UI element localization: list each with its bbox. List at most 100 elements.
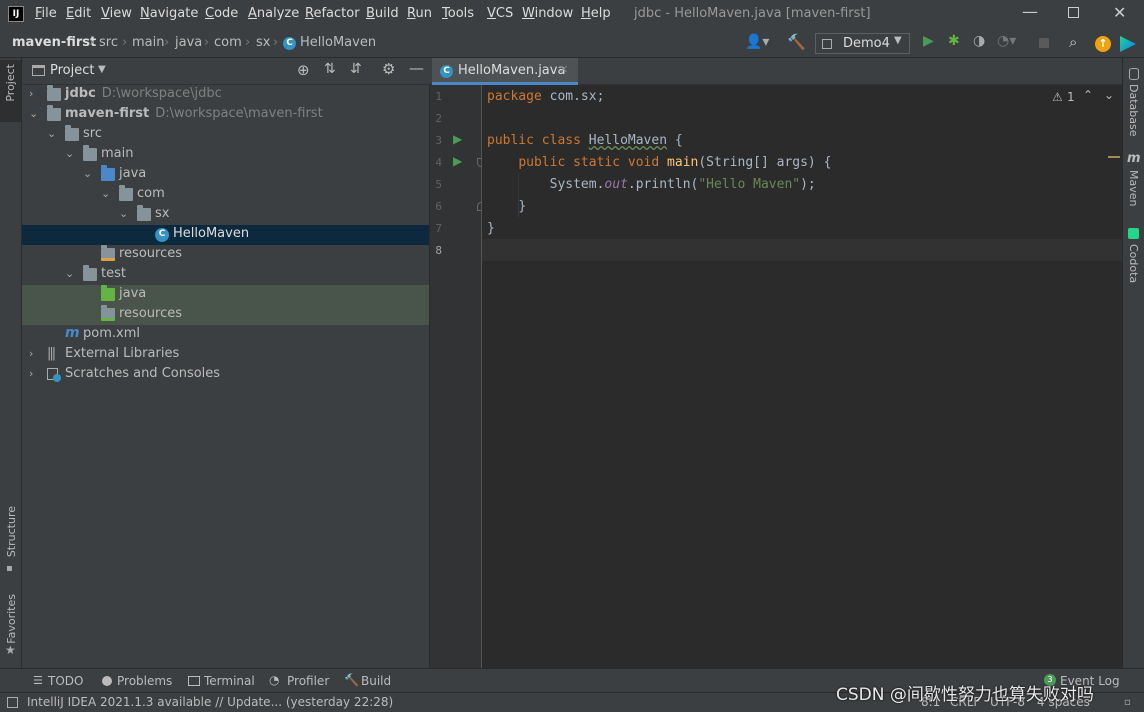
menu-refactor[interactable]: Refactor: [305, 6, 360, 21]
codota-tool-label[interactable]: Codota: [1127, 244, 1140, 283]
tree-label: resources: [119, 306, 183, 321]
expand-all-icon[interactable]: ⇅: [324, 61, 336, 77]
chevron-right-icon[interactable]: ›: [29, 367, 33, 380]
gear-icon[interactable]: ⚙: [382, 60, 395, 78]
close-tab-icon[interactable]: ✕: [559, 63, 568, 76]
error-stripe-mark[interactable]: [1108, 156, 1120, 158]
profiler-tool-button[interactable]: Profiler: [287, 674, 329, 688]
coverage-icon[interactable]: ◑: [973, 33, 985, 49]
chevron-right-icon[interactable]: ›: [29, 347, 33, 360]
run-icon[interactable]: ▶: [923, 33, 934, 49]
menu-edit[interactable]: Edit: [66, 6, 91, 21]
chevron-down-icon[interactable]: ⌄: [29, 107, 38, 120]
status-message[interactable]: IntelliJ IDEA 2021.1.3 available // Upda…: [27, 695, 393, 709]
maven-tool-label[interactable]: Maven: [1127, 170, 1140, 206]
debug-icon[interactable]: ✱: [948, 33, 960, 49]
lock-icon[interactable]: ▫: [1124, 697, 1131, 708]
menu-build[interactable]: Build: [366, 6, 399, 21]
structure-tool-label[interactable]: Structure: [5, 506, 18, 557]
chevron-down-icon[interactable]: ⌄: [83, 167, 92, 180]
project-view-title[interactable]: Project: [50, 63, 94, 78]
editor-tab-hellomaven[interactable]: C HelloMaven.java ✕: [432, 58, 578, 85]
chevron-right-icon: ›: [204, 35, 210, 50]
user-icon[interactable]: 👤▾: [745, 34, 769, 50]
tree-item-test-java[interactable]: java: [22, 285, 429, 305]
profile-icon[interactable]: ◔▾: [997, 33, 1016, 49]
maximize-icon[interactable]: [1068, 7, 1079, 18]
next-highlight-icon[interactable]: ⌄: [1104, 88, 1114, 102]
project-tool-tab[interactable]: Project: [0, 60, 21, 122]
chevron-down-icon[interactable]: ▼: [98, 64, 106, 75]
chevron-down-icon[interactable]: ⌄: [65, 147, 74, 160]
tree-item-maven-first[interactable]: ⌄ maven-first D:\workspace\maven-first: [22, 105, 429, 125]
build-tool-button[interactable]: Build: [361, 674, 391, 688]
breadcrumb-src[interactable]: src: [99, 35, 118, 50]
tree-hint: D:\workspace\jdbc: [101, 86, 222, 101]
favorites-tool-label[interactable]: Favorites: [5, 594, 18, 644]
warning-count[interactable]: 1: [1067, 90, 1075, 104]
terminal-tool-button[interactable]: Terminal: [204, 674, 255, 688]
run-gutter-icon[interactable]: ▶: [453, 132, 462, 146]
todo-tool-button[interactable]: TODO: [48, 674, 83, 688]
tree-item-resources[interactable]: resources: [22, 245, 429, 265]
stop-icon[interactable]: [1039, 38, 1049, 48]
build-hammer-icon[interactable]: 🔨: [787, 33, 806, 51]
menu-window[interactable]: Window: [522, 6, 573, 21]
tree-item-scratches[interactable]: › Scratches and Consoles: [22, 365, 429, 385]
menu-code[interactable]: Code: [205, 6, 238, 21]
code-line-1: package com.sx;: [487, 89, 605, 104]
run-config-icon: [822, 39, 832, 49]
hide-icon[interactable]: —: [409, 59, 424, 77]
code-editor[interactable]: package com.sx; public class HelloMaven …: [482, 85, 1122, 668]
chevron-down-icon[interactable]: ⌄: [119, 207, 128, 220]
locate-icon[interactable]: ⊕: [297, 61, 310, 79]
breadcrumb-main[interactable]: main: [132, 35, 164, 50]
tree-item-hellomaven[interactable]: C HelloMaven: [22, 225, 429, 245]
problems-tool-button[interactable]: Problems: [117, 674, 172, 688]
run-config-select[interactable]: Demo4 ▼: [815, 33, 910, 54]
menu-run[interactable]: Run: [407, 6, 432, 21]
menu-navigate[interactable]: Navigate: [140, 6, 198, 21]
chevron-right-icon[interactable]: ›: [29, 87, 33, 100]
menu-file[interactable]: File: [35, 6, 57, 21]
search-icon[interactable]: ⌕: [1069, 33, 1077, 51]
close-icon[interactable]: ✕: [1113, 3, 1126, 22]
menu-tools[interactable]: Tools: [442, 6, 474, 21]
tree-item-external-libraries[interactable]: › ||| External Libraries: [22, 345, 429, 365]
warning-icon[interactable]: ⚠: [1052, 90, 1063, 104]
jetbrains-icon[interactable]: [1120, 36, 1136, 52]
breadcrumb-com[interactable]: com: [214, 35, 242, 50]
run-gutter-icon[interactable]: ▶: [453, 154, 462, 168]
breadcrumb-class[interactable]: HelloMaven: [300, 35, 376, 50]
menu-vcs[interactable]: VCS: [487, 6, 513, 21]
tree-label: Scratches and Consoles: [65, 366, 221, 381]
tree-hint: D:\workspace\maven-first: [155, 106, 323, 121]
chevron-down-icon[interactable]: ⌄: [47, 127, 56, 140]
status-toggle-icon[interactable]: [7, 697, 18, 708]
chevron-down-icon[interactable]: ⌄: [65, 267, 74, 280]
minimize-icon[interactable]: —: [1022, 2, 1038, 21]
line-number: 8: [435, 244, 442, 257]
breadcrumb-sx[interactable]: sx: [256, 35, 270, 50]
collapse-all-icon[interactable]: ⇵: [350, 61, 362, 77]
previous-highlight-icon[interactable]: ⌃: [1083, 88, 1093, 102]
tree-item-java[interactable]: ⌄ java: [22, 165, 429, 185]
database-tool-label[interactable]: Database: [1127, 84, 1140, 137]
tree-item-src[interactable]: ⌄ src: [22, 125, 429, 145]
update-icon[interactable]: ↑: [1095, 36, 1111, 52]
menu-help[interactable]: Help: [581, 6, 611, 21]
code-line-5: System.out.println("Hello Maven");: [549, 177, 816, 192]
chevron-down-icon[interactable]: ⌄: [101, 187, 110, 200]
tree-item-main[interactable]: ⌄ main: [22, 145, 429, 165]
tree-item-pom[interactable]: m pom.xml: [22, 325, 429, 345]
source-folder-icon: [101, 165, 115, 181]
tree-item-sx[interactable]: ⌄ sx: [22, 205, 429, 225]
tree-item-test[interactable]: ⌄ test: [22, 265, 429, 285]
breadcrumb-project[interactable]: maven-first: [12, 35, 96, 50]
tree-item-com[interactable]: ⌄ com: [22, 185, 429, 205]
breadcrumb-java[interactable]: java: [175, 35, 202, 50]
tree-item-test-resources[interactable]: resources: [22, 305, 429, 325]
tree-item-jdbc[interactable]: › jdbc D:\workspace\jdbc: [22, 85, 429, 105]
menu-analyze[interactable]: Analyze: [248, 6, 299, 21]
menu-view[interactable]: View: [101, 6, 132, 21]
